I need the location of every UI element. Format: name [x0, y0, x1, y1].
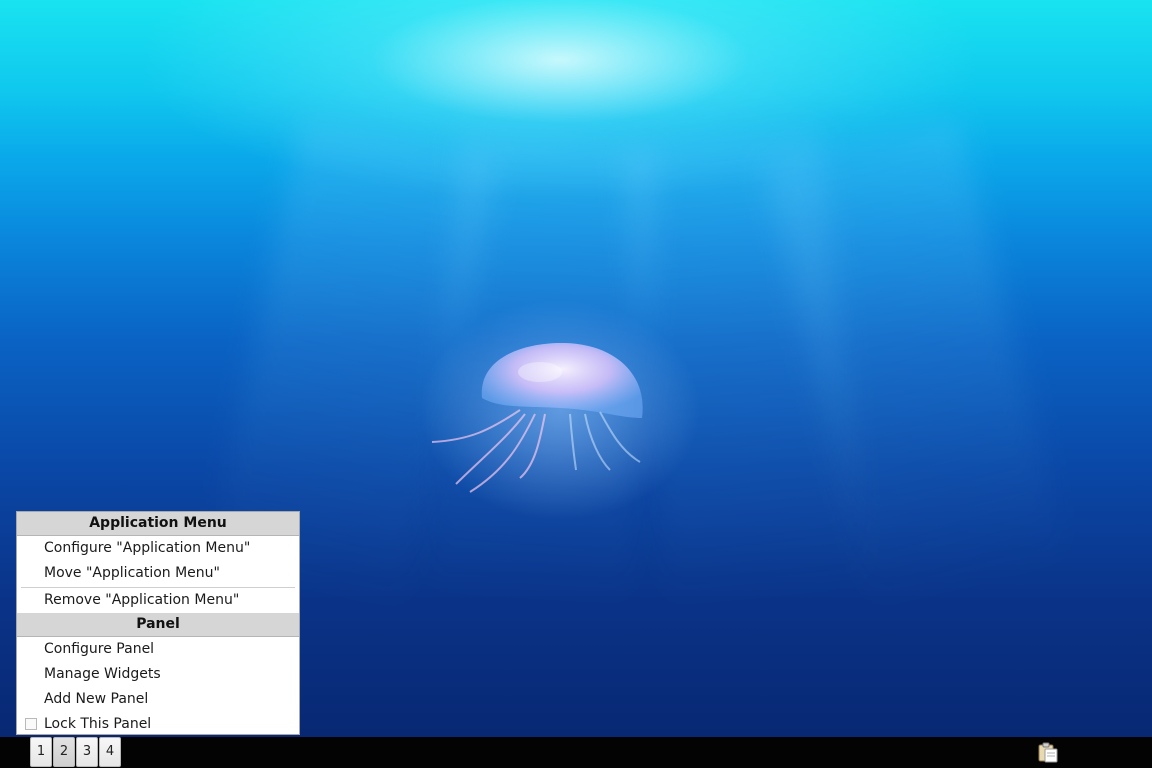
clipboard-icon[interactable]	[1037, 741, 1059, 763]
panel-context-menu: Application Menu Configure "Application …	[16, 511, 300, 735]
virtual-desktop-pager: 1 2 3 4	[30, 737, 122, 768]
move-application-menu-item[interactable]: Move "Application Menu"	[17, 561, 299, 586]
desktop-4-button[interactable]: 4	[99, 737, 121, 767]
lock-this-panel-item[interactable]: Lock This Panel	[17, 712, 299, 737]
manage-widgets-item[interactable]: Manage Widgets	[17, 662, 299, 687]
application-menu-header: Application Menu	[17, 512, 299, 536]
lock-this-panel-label: Lock This Panel	[44, 716, 152, 732]
desktop-2-button[interactable]: 2	[53, 737, 75, 767]
desktop-3-button[interactable]: 3	[76, 737, 98, 767]
add-new-panel-item[interactable]: Add New Panel	[17, 687, 299, 712]
panel-header: Panel	[17, 613, 299, 637]
configure-panel-item[interactable]: Configure Panel	[17, 637, 299, 662]
taskbar: 1 2 3 4	[0, 737, 1152, 768]
lock-panel-checkbox[interactable]	[25, 718, 37, 730]
configure-application-menu-item[interactable]: Configure "Application Menu"	[17, 536, 299, 561]
desktop-1-button[interactable]: 1	[30, 737, 52, 767]
remove-application-menu-item[interactable]: Remove "Application Menu"	[17, 588, 299, 613]
